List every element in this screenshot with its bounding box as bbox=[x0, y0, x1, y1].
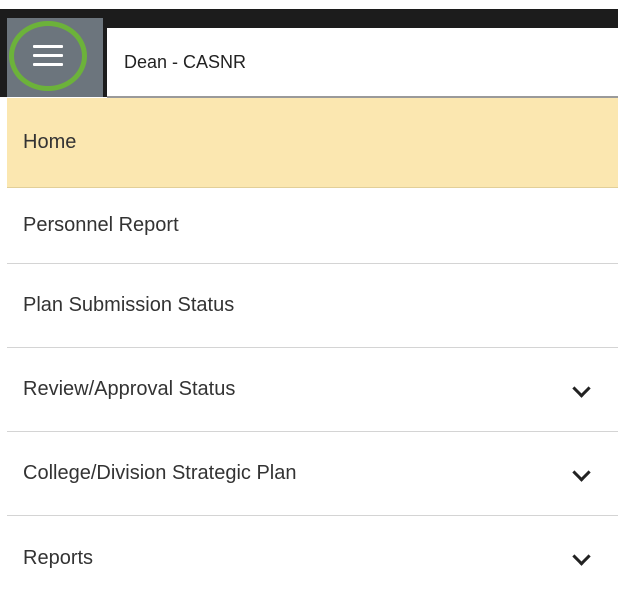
role-title: Dean - CASNR bbox=[107, 28, 618, 98]
nav-item-reports[interactable]: Reports bbox=[7, 516, 618, 600]
chevron-down-icon[interactable] bbox=[572, 547, 591, 566]
nav-item-label: Home bbox=[23, 131, 77, 153]
nav-item-personnel-report[interactable]: Personnel Report bbox=[7, 188, 618, 264]
hamburger-menu-icon bbox=[33, 44, 63, 67]
nav-item-label: Personnel Report bbox=[23, 214, 179, 236]
nav-item-label: Reports bbox=[23, 546, 94, 569]
nav-item-review-approval-status[interactable]: Review/Approval Status bbox=[7, 348, 618, 432]
nav-item-plan-submission-status[interactable]: Plan Submission Status bbox=[7, 264, 618, 348]
role-label: Dean - CASNR bbox=[124, 51, 247, 72]
nav-item-college-division-strategic-plan[interactable]: College/Division Strategic Plan bbox=[7, 432, 618, 516]
nav-item-home[interactable]: Home bbox=[7, 98, 618, 188]
side-nav-menu: Home Personnel Report Plan Submission St… bbox=[7, 98, 618, 600]
window-top-strip bbox=[0, 0, 618, 9]
nav-item-label: College/Division Strategic Plan bbox=[23, 462, 297, 484]
nav-item-label: Review/Approval Status bbox=[23, 378, 236, 400]
chevron-down-icon[interactable] bbox=[572, 462, 591, 482]
hamburger-menu-button[interactable] bbox=[7, 18, 103, 97]
nav-item-label: Plan Submission Status bbox=[23, 294, 235, 316]
chevron-down-icon[interactable] bbox=[572, 378, 591, 398]
